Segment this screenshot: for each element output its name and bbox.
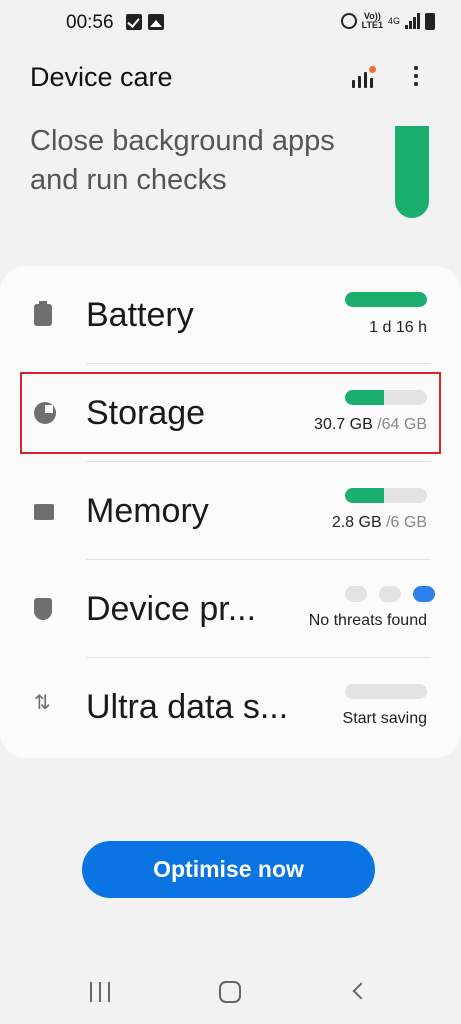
more-options-icon[interactable]: [410, 66, 422, 88]
battery-icon: [34, 301, 52, 326]
memory-bar-fill: [345, 488, 384, 503]
list-item-battery[interactable]: Battery 1 d 16 h: [0, 266, 461, 364]
alarm-icon: [340, 13, 357, 29]
checkbox-notification-icon: [126, 14, 142, 30]
recent-apps-icon[interactable]: [90, 982, 110, 1002]
volte-indicator: Vo)) LTE1: [362, 12, 383, 30]
storage-highlight-box: [20, 372, 441, 454]
status-dot: [379, 586, 401, 602]
protection-status-dots: [345, 586, 435, 602]
summary-message: Close background apps and run checks: [30, 125, 335, 196]
status-time: 00:56: [66, 12, 114, 33]
status-dot: [345, 586, 367, 602]
item-label: Memory: [86, 492, 209, 530]
protection-value: No threats found: [308, 612, 427, 629]
battery-bar-fill: [345, 292, 427, 307]
memory-bar: [345, 488, 427, 503]
home-icon[interactable]: [219, 981, 241, 1003]
data-saving-bar: [345, 684, 427, 699]
optimise-now-button[interactable]: Optimise now: [82, 841, 375, 898]
status-progress-indicator: [395, 126, 429, 218]
status-dot-active: [413, 586, 435, 602]
memory-icon: [34, 504, 54, 520]
item-label: Battery: [86, 296, 194, 334]
notification-icons: [126, 14, 164, 30]
memory-value: 2.8 GB /6 GB: [331, 514, 427, 531]
battery-bar: [345, 292, 427, 307]
page-title: Device care: [30, 62, 173, 92]
battery-status-icon: [425, 12, 435, 30]
list-item-memory[interactable]: Memory 2.8 GB /6 GB: [0, 462, 461, 560]
status-indicators: Vo)) LTE1 4G: [340, 12, 435, 30]
back-icon[interactable]: [352, 982, 370, 1000]
notification-dot: [369, 66, 376, 73]
data-saving-icon: [34, 690, 56, 716]
shield-icon: [34, 598, 52, 620]
battery-value: 1 d 16 h: [369, 319, 427, 336]
list-item-ultra-data-saving[interactable]: Ultra data s... Start saving: [0, 658, 461, 756]
status-bar: 00:56 Vo)) LTE1 4G: [0, 0, 461, 48]
item-label: Ultra data s...: [86, 688, 289, 726]
diagnostics-icon[interactable]: [352, 66, 376, 88]
item-label: Device pr...: [86, 590, 257, 628]
signal-strength-icon: [405, 13, 420, 29]
network-type-label: 4G: [387, 16, 400, 26]
device-care-card: Battery 1 d 16 h Storage 30.7 GB /64 GB …: [0, 266, 461, 758]
lte-label: LTE1: [361, 20, 383, 30]
navigation-bar: [0, 960, 461, 1024]
gallery-notification-icon: [148, 14, 164, 30]
data-saving-value: Start saving: [342, 710, 427, 727]
list-item-device-protection[interactable]: Device pr... No threats found: [0, 560, 461, 658]
